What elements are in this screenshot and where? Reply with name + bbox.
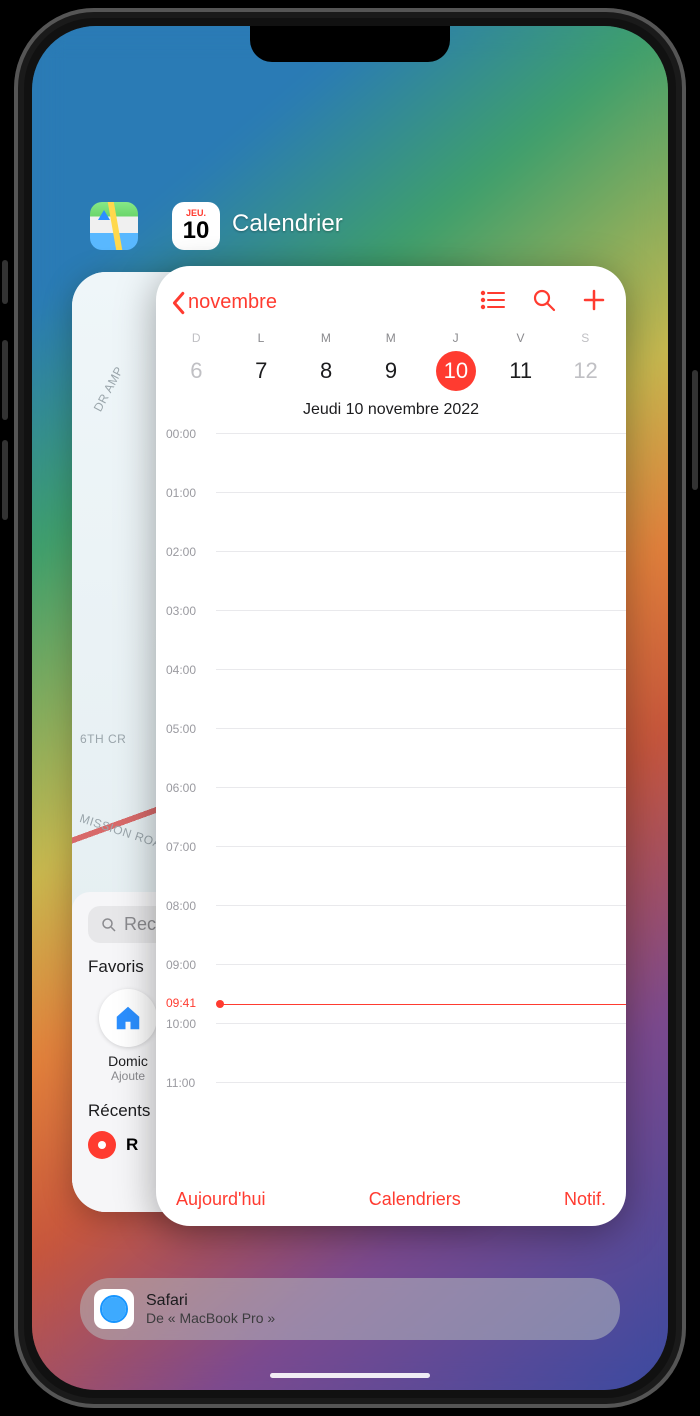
list-view-button[interactable] xyxy=(480,290,506,315)
today-button[interactable]: Aujourd'hui xyxy=(176,1189,266,1210)
inbox-button[interactable]: Notif. xyxy=(564,1189,606,1210)
hour-row[interactable]: 03:00 xyxy=(156,602,626,661)
hour-label: 10:00 xyxy=(156,1015,212,1031)
search-button[interactable] xyxy=(532,288,556,317)
hour-row[interactable]: 07:00 xyxy=(156,838,626,897)
safari-icon xyxy=(94,1289,134,1329)
map-road-label: 6TH CR xyxy=(80,732,126,746)
hour-label: 07:00 xyxy=(156,838,212,854)
calendars-button[interactable]: Calendriers xyxy=(369,1189,461,1210)
date-cell[interactable]: 6 xyxy=(164,358,229,384)
back-button[interactable]: novembre xyxy=(170,291,277,315)
weekday-label: M xyxy=(294,331,359,345)
maps-app-icon[interactable] xyxy=(90,202,138,250)
hour-row[interactable]: 10:00 xyxy=(156,1015,626,1074)
hour-label: 02:00 xyxy=(156,543,212,559)
weekday-label: S xyxy=(553,331,618,345)
hour-label: 11:00 xyxy=(156,1074,212,1090)
date-cell[interactable]: 8 xyxy=(294,358,359,384)
home-icon xyxy=(113,1003,143,1033)
calendar-app-label: Calendrier xyxy=(232,210,343,238)
weekday-label: D xyxy=(164,331,229,345)
date-cell[interactable]: 10 xyxy=(436,351,476,391)
search-icon xyxy=(100,916,118,934)
notch xyxy=(250,26,450,62)
maps-search-placeholder: Rec xyxy=(124,914,156,935)
day-timeline[interactable]: 00:00 01:00 02:00 03:00 04:00 05:00 06:00 07:00… xyxy=(156,425,626,1175)
handoff-banner[interactable]: Safari De « MacBook Pro » xyxy=(80,1278,620,1340)
hour-row[interactable]: 00:00 xyxy=(156,425,626,484)
hour-row[interactable]: 05:00 xyxy=(156,720,626,779)
hour-row[interactable]: 04:00 xyxy=(156,661,626,720)
hour-label: 04:00 xyxy=(156,661,212,677)
hour-row[interactable]: 01:00 xyxy=(156,484,626,543)
hour-label: 05:00 xyxy=(156,720,212,736)
back-label: novembre xyxy=(188,291,277,314)
weekday-label: L xyxy=(229,331,294,345)
calendar-card[interactable]: novembre DLMMJVS 6 xyxy=(156,266,626,1226)
date-cell[interactable]: 12 xyxy=(553,358,618,384)
search-icon xyxy=(532,288,556,312)
pin-icon xyxy=(88,1131,116,1159)
chevron-left-icon xyxy=(170,291,186,315)
add-event-button[interactable] xyxy=(582,288,606,317)
current-time-label: 09:41 xyxy=(166,996,196,1010)
hour-label: 09:00 xyxy=(156,956,212,972)
weekday-label: V xyxy=(488,331,553,345)
calendar-icon-day: 10 xyxy=(183,219,210,243)
handoff-title: Safari xyxy=(146,1291,275,1310)
hour-label: 01:00 xyxy=(156,484,212,500)
weekday-label: J xyxy=(423,331,488,345)
weekday-row: DLMMJVS xyxy=(156,331,626,345)
plus-icon xyxy=(582,288,606,312)
full-date-label: Jeudi 10 novembre 2022 xyxy=(156,401,626,419)
date-cell[interactable]: 7 xyxy=(229,358,294,384)
date-cell[interactable]: 9 xyxy=(359,358,424,384)
list-icon xyxy=(480,290,506,310)
hour-label: 06:00 xyxy=(156,779,212,795)
hour-label: 03:00 xyxy=(156,602,212,618)
hour-label: 08:00 xyxy=(156,897,212,913)
app-switcher[interactable]: JEU. 10 Calendrier DR AMP 6TH CR MISSION… xyxy=(32,26,668,1390)
hour-label: 00:00 xyxy=(156,425,212,441)
weekday-label: M xyxy=(359,331,424,345)
hour-row[interactable]: 08:00 xyxy=(156,897,626,956)
date-row: 6789 10 1112 xyxy=(156,351,626,391)
hour-row[interactable]: 11:00 xyxy=(156,1074,626,1133)
hour-row[interactable]: 06:00 xyxy=(156,779,626,838)
hour-row[interactable]: 02:00 xyxy=(156,543,626,602)
calendar-app-icon[interactable]: JEU. 10 xyxy=(172,202,220,250)
handoff-subtitle: De « MacBook Pro » xyxy=(146,1310,275,1327)
date-cell[interactable]: 11 xyxy=(488,358,553,384)
hour-row[interactable]: 09:00 xyxy=(156,956,626,1015)
home-indicator[interactable] xyxy=(270,1373,430,1378)
maps-recent-title: R xyxy=(126,1135,138,1155)
